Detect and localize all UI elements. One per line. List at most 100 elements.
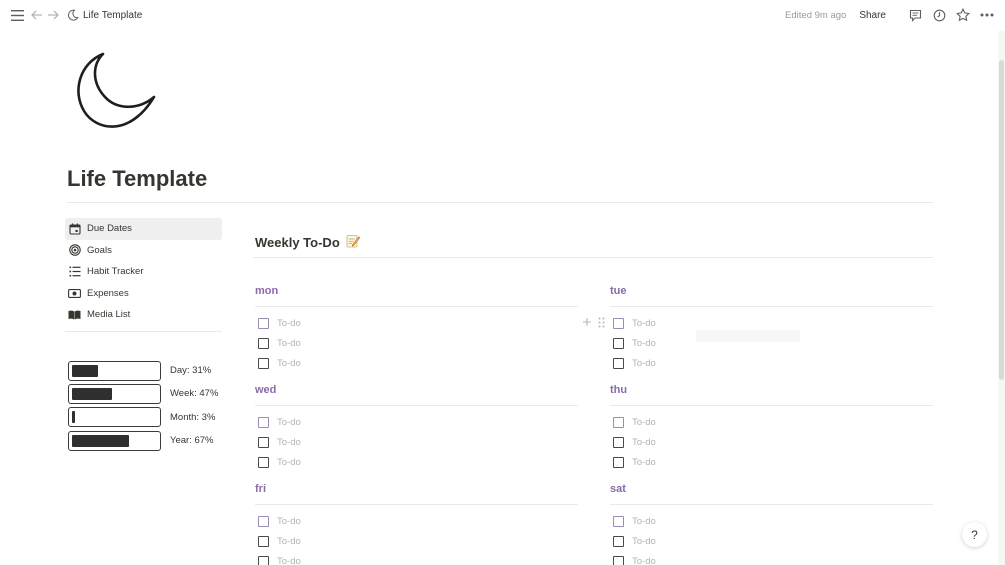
progress-label: Week: 47% <box>170 388 219 400</box>
forward-arrow-icon[interactable] <box>45 7 61 23</box>
day-heading[interactable]: fri <box>255 483 578 498</box>
nav-item-label: Expenses <box>87 287 129 299</box>
breadcrumb[interactable]: Life Template <box>67 9 142 21</box>
nav-item-goals[interactable]: Goals <box>65 240 222 262</box>
todo-placeholder[interactable]: To-do <box>277 516 301 527</box>
share-button[interactable]: Share <box>859 10 886 21</box>
todo-placeholder[interactable]: To-do <box>277 457 301 468</box>
progress-fill <box>72 434 129 447</box>
todo-placeholder[interactable]: To-do <box>632 516 656 527</box>
progress-fill <box>72 364 98 377</box>
progress-fill <box>72 387 112 400</box>
weekly-divider <box>253 257 933 258</box>
nav-item-due-dates[interactable]: Due Dates <box>65 218 222 240</box>
menu-icon[interactable] <box>9 7 25 23</box>
help-button[interactable]: ? <box>962 522 987 547</box>
day-heading[interactable]: sat <box>610 483 933 498</box>
todo-placeholder[interactable]: To-do <box>277 358 301 369</box>
todo-placeholder[interactable]: To-do <box>632 556 656 565</box>
todo-checkbox[interactable] <box>258 516 269 528</box>
book-icon <box>68 308 81 321</box>
todo-placeholder[interactable]: To-do <box>277 437 301 448</box>
todo-item: To-do <box>255 314 578 334</box>
todo-checkbox[interactable] <box>258 318 269 330</box>
day-heading[interactable]: tue <box>610 285 933 300</box>
top-bar-right: Edited 9m ago Share <box>785 7 995 23</box>
progress-label: Year: 67% <box>170 435 214 447</box>
todo-placeholder[interactable]: To-do <box>632 338 656 349</box>
todo-checkbox[interactable] <box>613 536 624 548</box>
todo-placeholder[interactable]: To-do <box>277 338 301 349</box>
day-divider <box>610 405 933 406</box>
day-block-sat: sat To-do To-do To-do <box>610 483 933 565</box>
add-block-icon[interactable] <box>581 315 593 329</box>
day-divider <box>610 306 933 307</box>
todo-checkbox[interactable] <box>613 357 624 369</box>
todo-checkbox[interactable] <box>613 555 624 565</box>
todo-checkbox[interactable] <box>258 357 269 369</box>
scrollbar-thumb[interactable] <box>999 60 1004 380</box>
todo-placeholder[interactable]: To-do <box>632 437 656 448</box>
todo-item: To-do <box>255 512 578 532</box>
todo-placeholder[interactable]: To-do <box>277 536 301 547</box>
clock-icon[interactable] <box>931 7 947 23</box>
progress-bar <box>68 360 161 381</box>
drag-handle-icon[interactable] <box>595 315 607 329</box>
page-icon-moon[interactable] <box>70 49 160 133</box>
progress-day: Day: 31% <box>68 359 218 382</box>
crescent-moon-icon <box>77 52 156 128</box>
star-icon[interactable] <box>955 7 971 23</box>
nav-item-media-list[interactable]: Media List <box>65 304 222 326</box>
weekly-todo-heading[interactable]: Weekly To-Do <box>255 234 361 251</box>
nav-item-label: Media List <box>87 309 131 321</box>
list-icon <box>68 265 81 278</box>
progress-label: Day: 31% <box>170 365 212 377</box>
progress-bar <box>68 407 161 428</box>
todo-placeholder[interactable]: To-do <box>277 417 301 428</box>
todo-checkbox[interactable] <box>613 318 624 330</box>
nav-item-habit-tracker[interactable]: Habit Tracker <box>65 261 222 283</box>
day-divider <box>255 306 578 307</box>
todo-checkbox[interactable] <box>258 338 269 350</box>
todo-placeholder[interactable]: To-do <box>277 318 301 329</box>
todo-placeholder[interactable]: To-do <box>632 536 656 547</box>
todo-item: To-do <box>255 433 578 453</box>
nav-divider <box>65 331 222 332</box>
top-bar-left: Life Template <box>9 7 142 23</box>
drag-ghost-preview <box>696 330 800 342</box>
todo-placeholder[interactable]: To-do <box>632 318 656 329</box>
day-heading[interactable]: mon <box>255 285 578 300</box>
todo-checkbox[interactable] <box>258 417 269 429</box>
todo-checkbox[interactable] <box>613 456 624 468</box>
nav-item-label: Habit Tracker <box>87 266 144 278</box>
todo-item: To-do <box>255 532 578 552</box>
comment-icon[interactable] <box>907 7 923 23</box>
crescent-moon-icon <box>67 9 79 21</box>
nav-item-expenses[interactable]: Expenses <box>65 283 222 305</box>
todo-item: To-do <box>610 354 933 374</box>
todo-placeholder[interactable]: To-do <box>632 417 656 428</box>
todo-checkbox[interactable] <box>258 536 269 548</box>
todo-checkbox[interactable] <box>258 456 269 468</box>
todo-checkbox[interactable] <box>613 437 624 449</box>
todo-placeholder[interactable]: To-do <box>632 358 656 369</box>
todo-checkbox[interactable] <box>613 417 624 429</box>
day-heading[interactable]: thu <box>610 384 933 399</box>
calendar-icon <box>68 222 81 235</box>
progress-fill <box>72 411 75 424</box>
nav-list: Due Dates Goals Habit Tracker Expenses M… <box>65 218 222 326</box>
todo-checkbox[interactable] <box>613 338 624 350</box>
more-options-icon[interactable] <box>979 7 995 23</box>
page-title[interactable]: Life Template <box>67 166 207 192</box>
day-divider <box>610 504 933 505</box>
todo-placeholder[interactable]: To-do <box>277 556 301 565</box>
todo-checkbox[interactable] <box>613 516 624 528</box>
day-heading[interactable]: wed <box>255 384 578 399</box>
todo-placeholder[interactable]: To-do <box>632 457 656 468</box>
progress-year: Year: 67% <box>68 429 218 452</box>
cash-icon <box>68 287 81 300</box>
back-arrow-icon[interactable] <box>29 7 45 23</box>
todo-checkbox[interactable] <box>258 555 269 565</box>
breadcrumb-title: Life Template <box>83 9 143 21</box>
todo-checkbox[interactable] <box>258 437 269 449</box>
